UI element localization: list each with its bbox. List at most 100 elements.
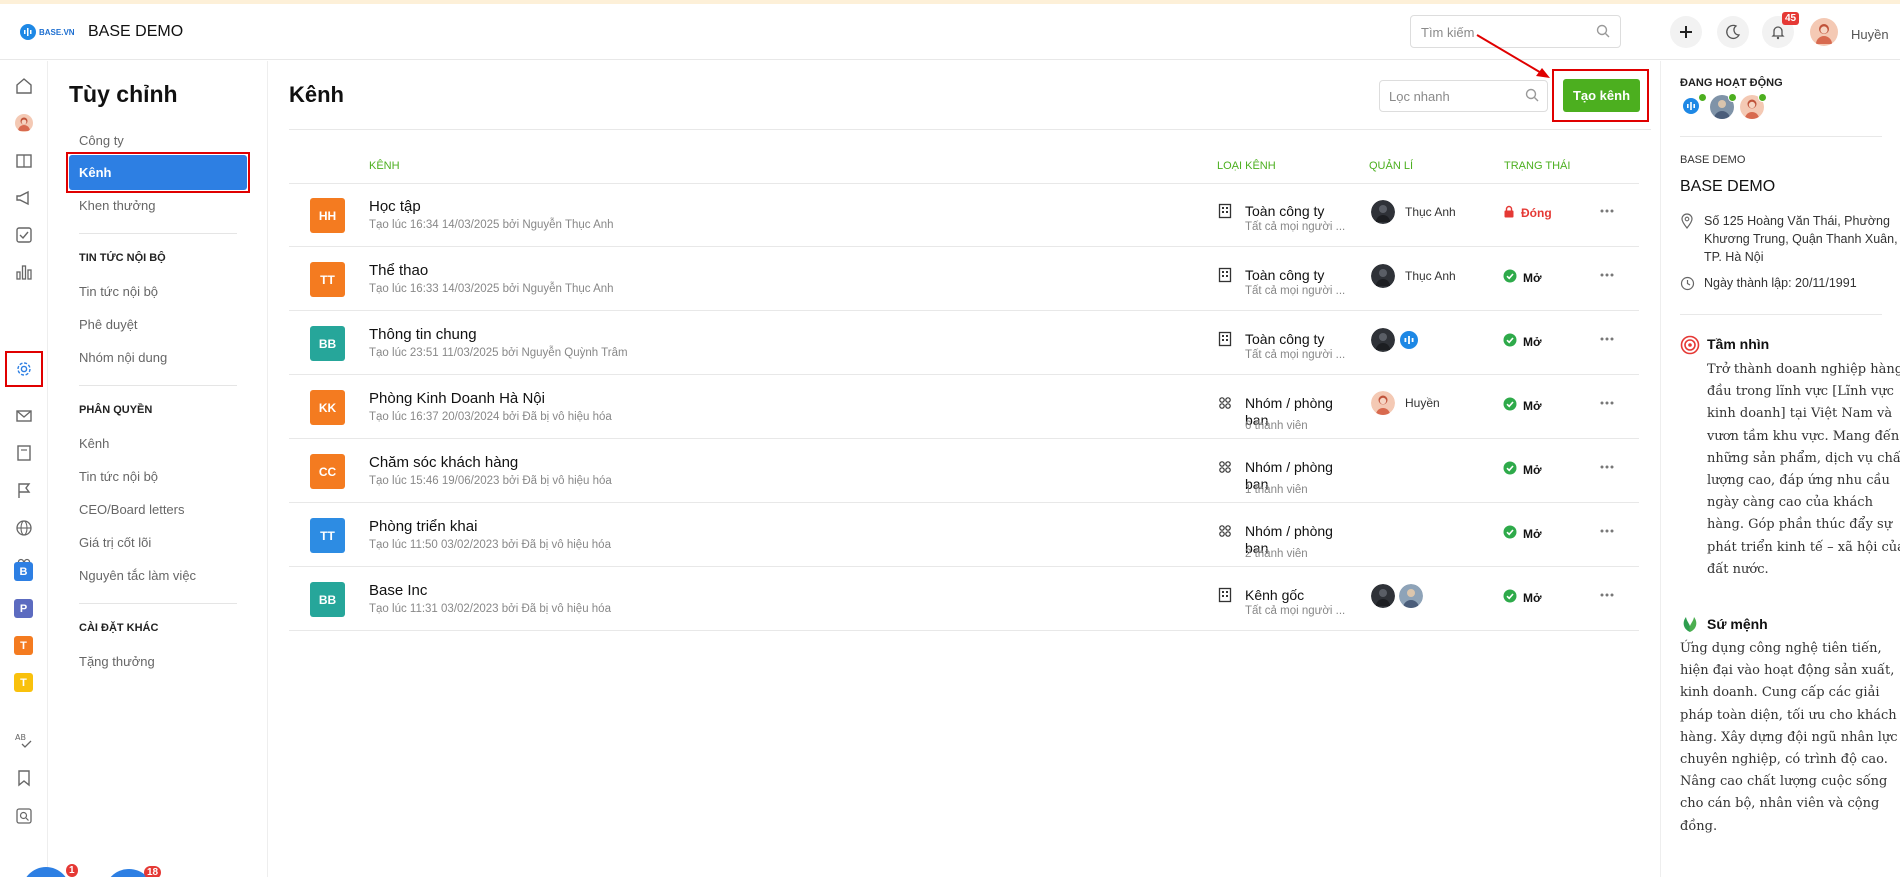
workspace-t-button[interactable]: T xyxy=(14,636,33,655)
nav-item-content-group[interactable]: Nhóm nội dung xyxy=(79,350,167,365)
status-text: Mở xyxy=(1523,334,1542,349)
channel-name[interactable]: Học tập xyxy=(369,198,421,215)
company-label: BASE DEMO xyxy=(1680,154,1746,166)
flag-icon[interactable] xyxy=(14,481,34,501)
leaf-icon xyxy=(1680,614,1700,634)
home-icon[interactable] xyxy=(14,76,34,96)
mission-text: Ứng dụng công nghệ tiên tiến, hiện đại v… xyxy=(1680,641,1898,834)
nav-item-approval[interactable]: Phê duyệt xyxy=(79,317,138,332)
company-address: Số 125 Hoàng Văn Thái, Phường Khương Tru… xyxy=(1704,214,1898,264)
more-options-icon[interactable] xyxy=(1595,205,1619,217)
profile-avatar-icon[interactable] xyxy=(15,114,33,132)
more-options-icon[interactable] xyxy=(1595,589,1619,601)
zoom-icon[interactable] xyxy=(14,806,34,826)
logo[interactable]: BASE.VN xyxy=(20,24,75,40)
search-input[interactable]: Tìm kiếm xyxy=(1410,15,1621,48)
col-header-manager: QUẢN LÍ xyxy=(1369,160,1414,172)
workspace-t2-button[interactable]: T xyxy=(14,673,33,692)
divider xyxy=(79,385,237,386)
nav-item-perm-news[interactable]: Tin tức nội bộ xyxy=(79,469,158,484)
active-user-avatar[interactable] xyxy=(1680,93,1707,119)
nav-item-channel[interactable]: Kênh xyxy=(69,155,247,190)
nav-item-perm-channel[interactable]: Kênh xyxy=(79,436,109,451)
channel-avatar: BB xyxy=(310,582,345,617)
channel-name[interactable]: Chăm sóc khách hàng xyxy=(369,454,518,471)
nav-item-internal-news[interactable]: Tin tức nội bộ xyxy=(79,284,158,299)
channel-name[interactable]: Phòng Kinh Doanh Hà Nội xyxy=(369,390,545,407)
nav-item-company[interactable]: Công ty xyxy=(79,133,124,148)
nav-item-rewards[interactable]: Khen thưởng xyxy=(79,198,156,213)
more-options-icon[interactable] xyxy=(1595,525,1619,537)
avatar[interactable] xyxy=(1371,391,1395,415)
nav-item-ceo-letters[interactable]: CEO/Board letters xyxy=(79,502,185,517)
status-badge: Mở xyxy=(1503,461,1542,478)
table-row[interactable]: HH Học tập Tạo lúc 16:34 14/03/2025 bởi … xyxy=(289,184,1639,247)
manager-cell: Thục Anh xyxy=(1371,200,1456,224)
status-text: Mở xyxy=(1523,590,1542,605)
manager-name: Thục Anh xyxy=(1405,205,1456,219)
nav-item-core-values[interactable]: Giá trị cốt lõi xyxy=(79,535,151,550)
more-options-icon[interactable] xyxy=(1595,397,1619,409)
active-user-avatar[interactable] xyxy=(1740,93,1767,119)
channel-avatar: HH xyxy=(310,198,345,233)
channel-name[interactable]: Phòng triển khai xyxy=(369,518,477,535)
nav-item-work-principles[interactable]: Nguyên tắc làm việc xyxy=(79,568,196,583)
vision-title: Tầm nhìn xyxy=(1707,336,1770,352)
status-badge: Mở xyxy=(1503,589,1542,606)
spellcheck-icon[interactable]: AB xyxy=(14,731,34,751)
avatar[interactable] xyxy=(1371,328,1395,352)
table-row[interactable]: BB Thông tin chung Tạo lúc 23:51 11/03/2… xyxy=(289,312,1639,375)
mail-icon[interactable] xyxy=(14,406,34,426)
base-logo-icon[interactable] xyxy=(1397,328,1421,352)
avatar[interactable] xyxy=(1371,200,1395,224)
logo-text: BASE.VN xyxy=(39,27,75,37)
divider xyxy=(79,603,237,604)
avatar[interactable] xyxy=(1399,584,1423,608)
active-user-avatar[interactable] xyxy=(1710,93,1737,119)
checkbox-icon[interactable] xyxy=(14,225,34,245)
user-avatar[interactable] xyxy=(1810,18,1838,46)
megaphone-icon[interactable] xyxy=(14,188,34,208)
divider xyxy=(79,233,237,234)
workspace-b-button[interactable]: B xyxy=(14,562,33,581)
channel-created-info: Tạo lúc 23:51 11/03/2025 bởi Nguyễn Quỳn… xyxy=(369,347,628,359)
channel-type-detail: 6 thành viên xyxy=(1245,420,1308,432)
table-row[interactable]: TT Phòng triển khai Tạo lúc 11:50 03/02/… xyxy=(289,504,1639,567)
status-text: Mở xyxy=(1523,526,1542,541)
avatar[interactable] xyxy=(1371,264,1395,288)
create-channel-button[interactable]: Tạo kênh xyxy=(1563,79,1640,112)
table-row[interactable]: CC Chăm sóc khách hàng Tạo lúc 15:46 19/… xyxy=(289,440,1639,503)
table-row[interactable]: KK Phòng Kinh Doanh Hà Nội Tạo lúc 16:37… xyxy=(289,376,1639,439)
notebook-icon[interactable] xyxy=(14,443,34,463)
manager-cell xyxy=(1371,328,1421,352)
divider xyxy=(1680,136,1882,137)
channel-name[interactable]: Base Inc xyxy=(369,582,427,599)
workspace-p-button[interactable]: P xyxy=(14,599,33,618)
settings-title: Tùy chỉnh xyxy=(69,81,178,107)
more-options-icon[interactable] xyxy=(1595,269,1619,281)
book-icon[interactable] xyxy=(14,151,34,171)
settings-gear-icon[interactable] xyxy=(14,359,34,379)
quick-filter-input[interactable]: Lọc nhanh xyxy=(1379,80,1548,112)
dark-mode-button[interactable] xyxy=(1717,16,1749,48)
channel-avatar: TT xyxy=(310,262,345,297)
table-row[interactable]: BB Base Inc Tạo lúc 11:31 03/02/2023 bởi… xyxy=(289,568,1639,631)
add-button[interactable] xyxy=(1670,16,1702,48)
check-circle-icon xyxy=(1503,525,1517,542)
globe-icon[interactable] xyxy=(14,518,34,538)
channel-name[interactable]: Thể thao xyxy=(369,262,428,279)
channel-name[interactable]: Thông tin chung xyxy=(369,326,477,343)
status-badge: Đóng xyxy=(1503,205,1552,221)
nav-item-gifts[interactable]: Tặng thưởng xyxy=(79,654,155,669)
location-pin-icon xyxy=(1680,213,1696,229)
more-options-icon[interactable] xyxy=(1595,333,1619,345)
table-row[interactable]: TT Thể thao Tạo lúc 16:33 14/03/2025 bởi… xyxy=(289,248,1639,311)
avatar[interactable] xyxy=(1371,584,1395,608)
channel-avatar: TT xyxy=(310,518,345,553)
channel-type: Toàn công ty xyxy=(1245,267,1325,283)
more-options-icon[interactable] xyxy=(1595,461,1619,473)
bookmark-icon[interactable] xyxy=(14,768,34,788)
building-icon xyxy=(1217,587,1233,603)
chart-icon[interactable] xyxy=(14,262,34,282)
filter-placeholder: Lọc nhanh xyxy=(1389,89,1450,104)
